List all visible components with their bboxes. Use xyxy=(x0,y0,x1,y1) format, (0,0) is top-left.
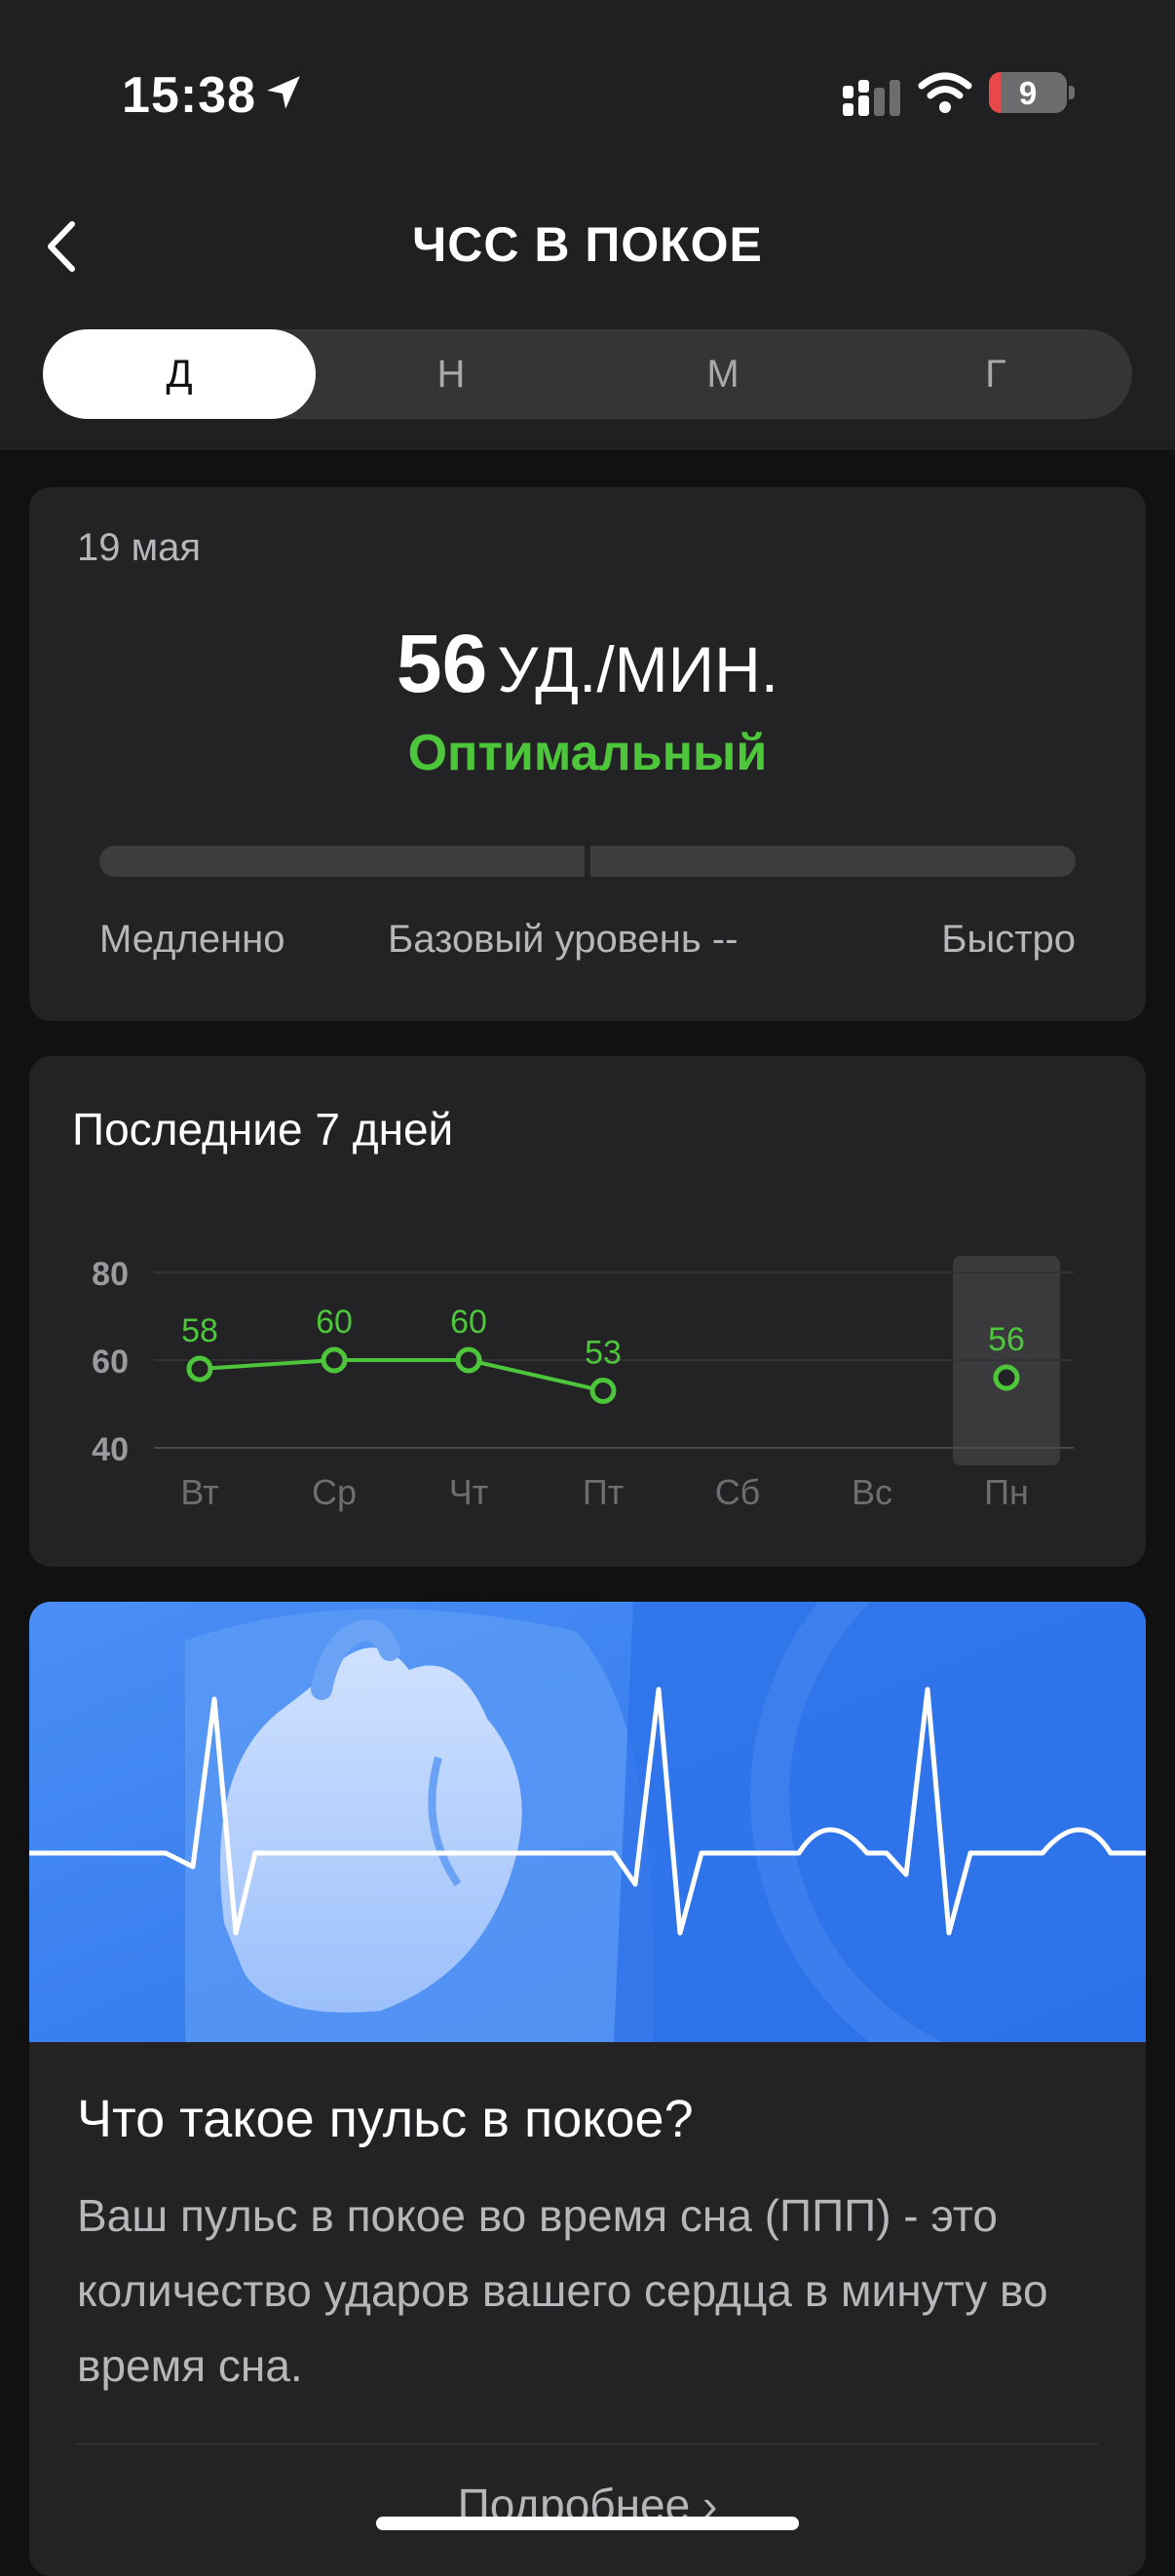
heart-rate-line: 56 УД./МИН. xyxy=(29,617,1146,711)
summary-card: 19 мая 56 УД./МИН. Оптимальный Медленно Б… xyxy=(29,487,1146,1021)
period-selector: Д Н М Г xyxy=(43,329,1132,419)
battery-tip xyxy=(1069,86,1075,99)
y-tick-label: 80 xyxy=(92,1256,129,1293)
battery-level: 9 xyxy=(1018,75,1038,111)
y-tick-label: 60 xyxy=(92,1344,129,1381)
range-label-fast: Быстро xyxy=(941,918,1076,961)
range-label-base: Базовый уровень -- xyxy=(388,918,739,961)
wifi-icon xyxy=(918,72,972,113)
data-point xyxy=(186,1355,213,1383)
location-arrow-icon xyxy=(267,76,300,109)
battery-indicator: 9 xyxy=(989,72,1067,113)
x-tick-label: Ср xyxy=(312,1472,357,1512)
data-point xyxy=(589,1378,617,1404)
y-tick-label: 40 xyxy=(92,1431,129,1468)
tab-week[interactable]: Н xyxy=(315,329,588,419)
heart-banner-image xyxy=(29,1602,1146,2042)
tab-month[interactable]: М xyxy=(587,329,859,419)
heart-rate-value: 56 xyxy=(396,618,488,709)
summary-date: 19 мая xyxy=(77,526,202,569)
weekly-chart: 80 60 40 Вт Ср Чт Пт Сб Вс Пн 58 60 60 53 56 xyxy=(92,1256,1074,1512)
info-divider xyxy=(77,2443,1098,2444)
x-tick-label: Чт xyxy=(449,1472,488,1512)
x-tick-label: Пн xyxy=(984,1472,1029,1512)
info-card: Что такое пульс в покое? Ваш пульс в пок… xyxy=(29,1602,1146,2576)
data-point xyxy=(321,1346,348,1374)
tab-day[interactable]: Д xyxy=(43,329,316,419)
range-bar-slow xyxy=(99,846,585,877)
x-tick-label: Сб xyxy=(715,1472,761,1512)
data-label: 56 xyxy=(988,1321,1025,1358)
data-point xyxy=(993,1364,1020,1391)
x-tick-label: Пт xyxy=(583,1472,624,1512)
range-bar-fast xyxy=(590,846,1076,877)
data-label: 53 xyxy=(585,1335,622,1372)
info-body: Ваш пульс в покое во время сна (ППП) - э… xyxy=(77,2190,1048,2391)
series-line xyxy=(468,1358,604,1393)
status-time: 15:38 xyxy=(122,67,256,124)
x-tick-label: Вт xyxy=(180,1472,218,1512)
data-label: 60 xyxy=(450,1304,487,1341)
home-indicator[interactable] xyxy=(376,2517,799,2530)
page-title: ЧСС В ПОКОЕ xyxy=(412,217,763,272)
heart-rate-status: Оптимальный xyxy=(407,725,768,781)
range-label-slow: Медленно xyxy=(99,918,285,961)
heart-rate-unit: УД./МИН. xyxy=(497,633,779,705)
data-point xyxy=(455,1346,482,1374)
signal-icon xyxy=(843,80,900,116)
data-label: 58 xyxy=(181,1312,218,1349)
info-title: Что такое пульс в покое? xyxy=(77,2090,694,2148)
x-tick-label: Вс xyxy=(852,1472,892,1512)
data-label: 60 xyxy=(316,1304,353,1341)
series-line xyxy=(199,1358,335,1371)
tab-year[interactable]: Г xyxy=(859,329,1132,419)
weekly-card: Последние 7 дней 80 60 40 Вт Ср Чт Пт Сб Вс Пн 58 6… xyxy=(29,1056,1146,1567)
